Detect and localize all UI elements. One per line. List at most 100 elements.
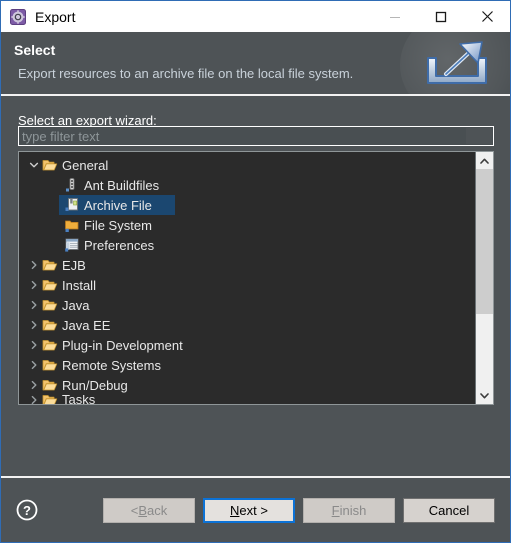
ant-buildfile-icon	[66, 178, 75, 192]
wizard-buttons: < Back Next > Finish Cancel	[103, 497, 495, 523]
chevron-down-icon	[480, 392, 489, 398]
tree-vertical-scrollbar[interactable]	[475, 152, 493, 404]
tree-row[interactable]: Plug-in Development	[19, 335, 475, 355]
folder-open-icon	[42, 297, 58, 313]
help-button[interactable]: ?	[15, 498, 39, 522]
tree-row-label: Plug-in Development	[62, 337, 183, 353]
tree-row-label: Java EE	[62, 317, 111, 333]
tree-row-label: Run/Debug	[62, 377, 128, 393]
page-title: Select	[14, 42, 56, 58]
chevron-right-icon[interactable]	[26, 315, 42, 335]
tree-row[interactable]: Remote Systems	[19, 355, 475, 375]
folder-open-icon	[42, 395, 58, 404]
filter-placeholder: type filter text	[22, 128, 100, 144]
finish-button: Finish	[303, 497, 395, 523]
preferences-icon	[65, 238, 79, 252]
preferences-icon	[64, 237, 80, 253]
export-dialog-window: Export Select Export resources to an arc…	[0, 0, 511, 543]
dialog-button-bar: ? < Back Next > Finish Cancel	[1, 476, 510, 542]
tree-row-label: Install	[62, 277, 96, 293]
title-bar: Export	[1, 1, 510, 32]
folder-open-icon	[42, 340, 58, 351]
minimize-icon	[390, 16, 400, 18]
filter-input[interactable]: type filter text	[18, 126, 494, 146]
scroll-track[interactable]	[476, 169, 493, 387]
folder-open-icon	[42, 395, 58, 404]
chevron-right-icon	[31, 320, 37, 330]
window-title: Export	[35, 8, 76, 25]
folder-open-icon	[42, 337, 58, 353]
help-question-icon: ?	[16, 499, 38, 521]
folder-open-icon	[42, 280, 58, 291]
tree-row[interactable]: Run/Debug	[19, 375, 475, 395]
scroll-down-button[interactable]	[476, 387, 493, 404]
tree-row-label: General	[62, 157, 109, 173]
tree-row-label: Ant Buildfiles	[84, 177, 160, 193]
chevron-right-icon[interactable]	[26, 275, 42, 295]
folder-open-icon	[42, 257, 58, 273]
tree-row[interactable]: Ant Buildfiles	[19, 175, 475, 195]
folder-open-icon	[42, 380, 58, 391]
folder-open-icon	[42, 320, 58, 331]
tree-row[interactable]: File System	[19, 215, 475, 235]
folder-open-icon	[42, 260, 58, 271]
chevron-right-icon[interactable]	[26, 255, 42, 275]
dialog-body: Select an export wizard: type filter tex…	[1, 96, 510, 476]
tree-rows-container: General Ant Buildfiles Archive File File Sy…	[19, 152, 475, 404]
folder-open-icon	[42, 157, 58, 173]
svg-text:?: ?	[23, 503, 31, 518]
close-icon	[481, 11, 493, 22]
chevron-right-icon[interactable]	[26, 355, 42, 375]
archive-file-icon	[64, 197, 80, 213]
export-arrow-tray-icon	[427, 41, 487, 84]
file-system-icon	[65, 220, 79, 232]
ant-buildfile-icon	[64, 177, 80, 193]
filter-input-end-block	[466, 128, 492, 144]
tree-row[interactable]: Java	[19, 295, 475, 315]
chevron-right-icon	[31, 340, 37, 350]
back-button: < Back	[103, 497, 195, 523]
tree-row[interactable]: Preferences	[19, 235, 475, 255]
chevron-down-icon	[29, 162, 39, 168]
maximize-button[interactable]	[418, 1, 464, 32]
folder-open-icon	[42, 317, 58, 333]
chevron-right-icon	[31, 360, 37, 370]
chevron-right-icon	[31, 395, 37, 404]
tree-row-label: Preferences	[84, 237, 155, 253]
chevron-right-icon[interactable]	[26, 395, 42, 404]
folder-open-icon	[42, 357, 58, 373]
tree-row[interactable]: Tasks	[19, 395, 475, 404]
chevron-right-icon[interactable]	[26, 335, 42, 355]
next-button[interactable]: Next >	[203, 497, 295, 523]
page-description: Export resources to an archive file on t…	[18, 66, 354, 81]
tree-row[interactable]: Java EE	[19, 315, 475, 335]
chevron-right-icon[interactable]	[26, 295, 42, 315]
folder-open-icon	[42, 300, 58, 311]
tree-row[interactable]: EJB	[19, 255, 475, 275]
archive-file-icon	[65, 198, 78, 211]
tree-row-label: Tasks	[62, 395, 96, 404]
tree-row-label: Java	[62, 297, 90, 313]
chevron-down-icon[interactable]	[26, 155, 42, 175]
scroll-thumb[interactable]	[476, 169, 493, 314]
chevron-right-icon	[31, 300, 37, 310]
minimize-button[interactable]	[372, 1, 418, 32]
export-wizard-tree[interactable]: General Ant Buildfiles Archive File File Sy…	[18, 151, 494, 405]
tree-row[interactable]: General	[19, 155, 475, 175]
folder-open-icon	[42, 377, 58, 393]
tree-row-label: Archive File	[84, 197, 152, 213]
tree-row[interactable]: Install	[19, 275, 475, 295]
tree-row-label: File System	[84, 217, 152, 233]
maximize-icon	[435, 11, 447, 22]
close-button[interactable]	[464, 1, 510, 32]
scroll-up-button[interactable]	[476, 152, 493, 169]
wizard-header: Select Export resources to an archive fi…	[1, 32, 510, 96]
header-banner-art	[400, 32, 510, 94]
chevron-up-icon	[480, 158, 489, 164]
folder-open-icon	[42, 160, 58, 171]
tree-row[interactable]: Archive File	[19, 195, 475, 215]
folder-open-icon	[42, 360, 58, 371]
cancel-button[interactable]: Cancel	[403, 497, 495, 523]
eclipse-export-icon	[10, 8, 26, 25]
chevron-right-icon[interactable]	[26, 375, 42, 395]
